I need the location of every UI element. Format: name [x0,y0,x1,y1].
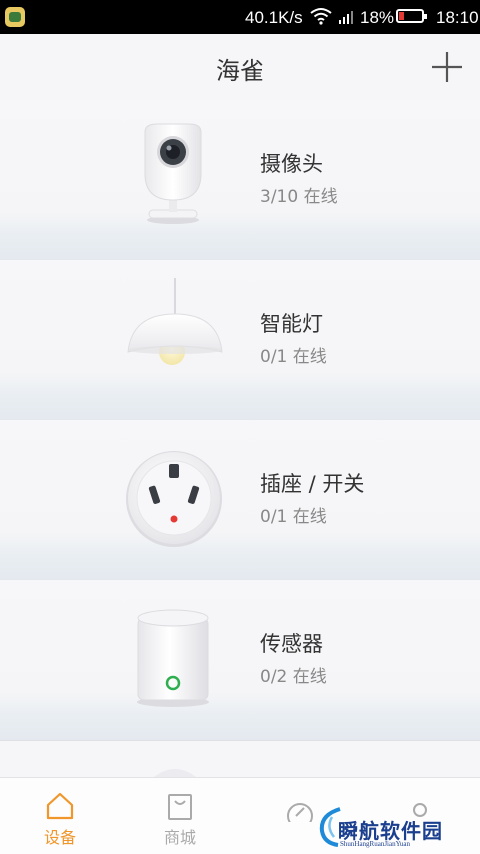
device-name: 传感器 [260,632,323,656]
device-card-lamp[interactable]: 智能灯 0/1 在线 [0,260,480,421]
tab-label: 设备 [43,828,76,847]
device-online-status: 0/2 在线 [260,667,327,687]
lamp-icon [127,278,223,365]
compass-icon [287,803,313,822]
device-online-status: 3/10 在线 [260,187,338,207]
device-image-partial [154,769,196,777]
device-card-camera[interactable]: 摄像头 3/10 在线 [0,100,480,261]
device-card-socket[interactable]: 插座 / 开关 0/1 在线 [0,420,480,581]
app-notification-icon [5,7,25,27]
camera-icon [144,123,202,224]
battery-icon [396,9,427,23]
tab-devices[interactable]: 设备 [0,778,120,854]
wifi-icon [310,7,332,30]
plus-icon [432,52,462,82]
socket-icon [126,451,222,547]
sensor-icon [137,609,209,707]
device-name: 智能灯 [260,312,323,336]
device-online-status: 0/1 在线 [260,347,327,367]
signal-icon [338,9,354,29]
status-bar: 40.1K/s 18% 18:10 [0,0,480,34]
page-title: 海雀 [216,57,264,85]
add-device-button[interactable] [430,50,464,84]
device-card-sensor[interactable]: 传感器 0/2 在线 [0,580,480,741]
device-name: 插座 / 开关 [260,472,365,496]
shopping-bag-icon [168,794,192,820]
tab-store[interactable]: 商城 [120,778,240,854]
device-name: 摄像头 [260,152,323,176]
clock: 18:10 [436,8,479,27]
watermark-subtext: ShunHangRuanJianYuan [340,840,410,848]
network-speed: 40.1K/s [245,8,303,27]
home-icon [46,792,74,820]
watermark: 瞬航软件园 ShunHangRuanJianYuan [318,803,450,851]
device-online-status: 0/1 在线 [260,507,327,527]
battery-percent: 18% [360,8,395,27]
app-header: 海雀 [0,34,480,100]
tab-label: 商城 [163,828,196,847]
device-card-partial [0,741,480,777]
